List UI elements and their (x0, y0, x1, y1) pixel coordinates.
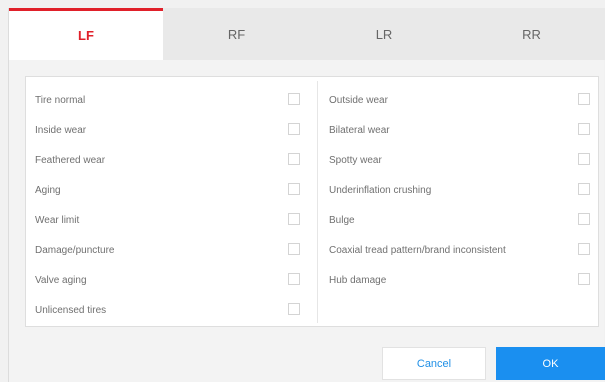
condition-checkbox[interactable] (288, 273, 300, 285)
condition-label: Spotty wear (329, 154, 382, 166)
condition-label: Damage/puncture (35, 244, 115, 256)
condition-checkbox[interactable] (288, 183, 300, 195)
condition-row: Unlicensed tires (26, 295, 317, 325)
condition-label: Feathered wear (35, 154, 106, 166)
condition-row: Coaxial tread pattern/brand inconsistent (318, 235, 599, 265)
tire-inspection-dialog: LF RF LR RR Tire normal Inside wear Feat… (8, 8, 605, 382)
condition-checkbox[interactable] (288, 243, 300, 255)
condition-label: Wear limit (35, 214, 80, 226)
tab-rr[interactable]: RR (458, 8, 605, 60)
condition-checkbox[interactable] (578, 153, 590, 165)
condition-label: Inside wear (35, 124, 87, 136)
condition-label: Unlicensed tires (35, 304, 107, 316)
condition-label: Bulge (329, 214, 355, 226)
condition-row: Damage/puncture (26, 235, 317, 265)
condition-checkbox[interactable] (578, 93, 590, 105)
tab-lf[interactable]: LF (9, 8, 163, 60)
condition-row: Tire normal (26, 85, 317, 115)
condition-checkbox[interactable] (578, 243, 590, 255)
condition-label: Bilateral wear (329, 124, 390, 136)
condition-checkbox[interactable] (288, 153, 300, 165)
condition-checkbox[interactable] (578, 273, 590, 285)
condition-row: Bilateral wear (318, 115, 599, 145)
condition-row: Feathered wear (26, 145, 317, 175)
condition-row: Bulge (318, 205, 599, 235)
condition-row: Hub damage (318, 265, 599, 295)
condition-checkbox[interactable] (288, 123, 300, 135)
tab-lr[interactable]: LR (310, 8, 458, 60)
tab-rf[interactable]: RF (163, 8, 310, 60)
left-condition-column: Tire normal Inside wear Feathered wear A… (26, 85, 317, 325)
condition-label: Hub damage (329, 274, 387, 286)
condition-row: Spotty wear (318, 145, 599, 175)
cancel-button[interactable]: Cancel (382, 347, 486, 380)
condition-row: Wear limit (26, 205, 317, 235)
condition-checkbox[interactable] (578, 123, 590, 135)
condition-label: Outside wear (329, 94, 388, 106)
condition-row: Underinflation crushing (318, 175, 599, 205)
condition-label: Coaxial tread pattern/brand inconsistent (329, 244, 506, 256)
condition-label: Tire normal (35, 94, 86, 106)
right-condition-column: Outside wear Bilateral wear Spotty wear … (318, 85, 599, 295)
condition-checkbox[interactable] (288, 213, 300, 225)
condition-checkbox[interactable] (288, 93, 300, 105)
tire-condition-panel: Tire normal Inside wear Feathered wear A… (25, 76, 599, 327)
condition-label: Underinflation crushing (329, 184, 432, 196)
ok-button[interactable]: OK (496, 347, 605, 380)
tire-position-tabs: LF RF LR RR (9, 8, 605, 60)
condition-row: Aging (26, 175, 317, 205)
condition-checkbox[interactable] (578, 213, 590, 225)
condition-row: Inside wear (26, 115, 317, 145)
condition-row: Outside wear (318, 85, 599, 115)
condition-row: Valve aging (26, 265, 317, 295)
condition-checkbox[interactable] (288, 303, 300, 315)
condition-label: Valve aging (35, 274, 87, 286)
condition-checkbox[interactable] (578, 183, 590, 195)
condition-label: Aging (35, 184, 61, 196)
